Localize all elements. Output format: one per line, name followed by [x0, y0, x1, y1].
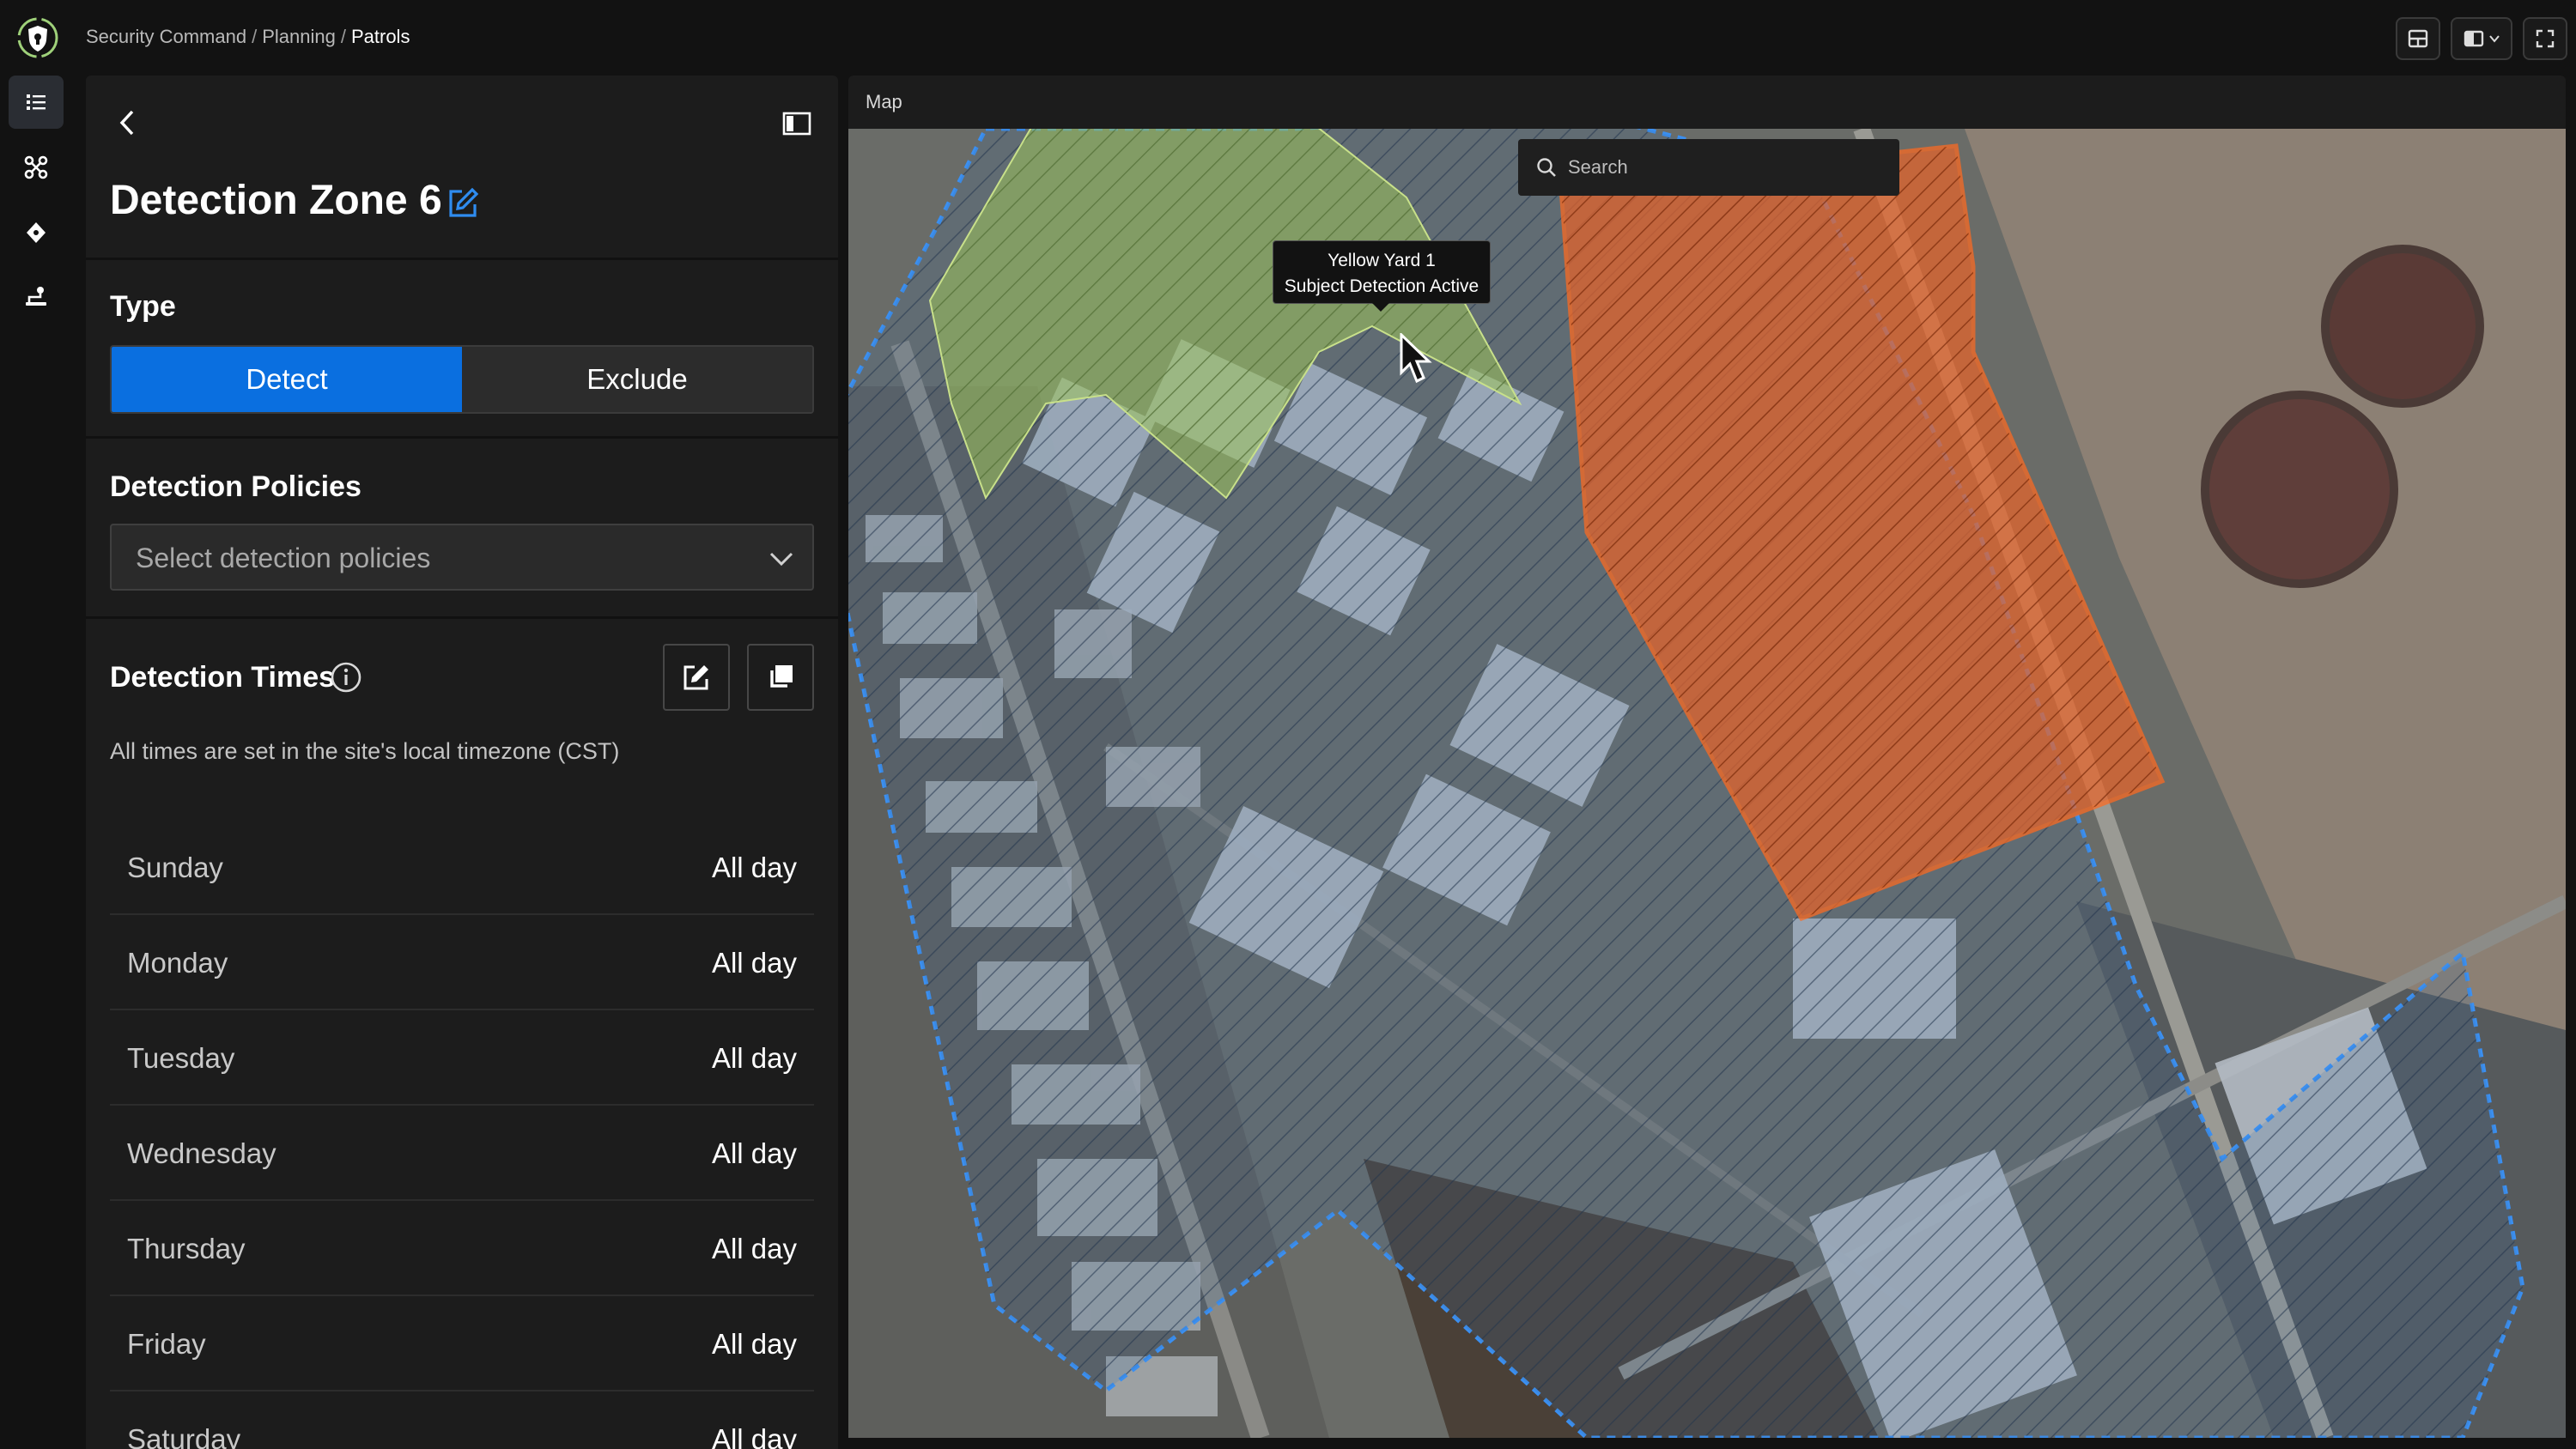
type-segmented-control: Detect Exclude: [110, 345, 814, 414]
collapse-panel-button[interactable]: [778, 105, 816, 142]
day-value: All day: [711, 852, 797, 883]
chevron-down-icon: [769, 552, 793, 567]
nav-item-routes[interactable]: [9, 270, 64, 323]
day-row-saturday[interactable]: Saturday All day: [110, 1392, 814, 1449]
tooltip-zone-name: Yellow Yard 1: [1327, 251, 1436, 270]
search-icon: [1537, 158, 1556, 177]
day-value: All day: [711, 1233, 797, 1264]
nav-item-list[interactable]: [9, 76, 64, 129]
drone-icon: [24, 155, 48, 179]
breadcrumb-separator: /: [252, 26, 258, 47]
detection-policies-select[interactable]: Select detection policies: [110, 524, 814, 591]
detection-policies-label: Detection Policies: [110, 470, 361, 503]
breadcrumb: Security Command / Planning / Patrols: [86, 26, 410, 48]
left-nav-rail: [0, 76, 76, 1449]
day-name: Monday: [127, 947, 228, 979]
day-value: All day: [711, 1423, 797, 1449]
day-value: All day: [711, 1328, 797, 1360]
waypoint-icon: [27, 222, 46, 243]
day-name: Thursday: [127, 1233, 246, 1264]
timezone-note: All times are set in the site's local ti…: [110, 738, 620, 764]
divider: [86, 616, 838, 619]
map-title: Map: [866, 91, 902, 112]
day-value: All day: [711, 1137, 797, 1169]
day-name: Sunday: [127, 852, 223, 883]
route-icon: [26, 287, 46, 306]
day-name: Tuesday: [127, 1042, 235, 1074]
shield-logo-icon[interactable]: [15, 15, 60, 60]
breadcrumb-separator: /: [340, 26, 346, 47]
edit-icon: [449, 187, 479, 217]
fullscreen-icon: [2536, 29, 2555, 48]
day-row-tuesday[interactable]: Tuesday All day: [110, 1011, 814, 1106]
day-row-sunday[interactable]: Sunday All day: [110, 821, 814, 915]
layout-icon: [2408, 29, 2428, 48]
day-value: All day: [711, 947, 797, 979]
type-option-exclude[interactable]: Exclude: [462, 347, 812, 412]
breadcrumb-item-patrols: Patrols: [350, 26, 410, 47]
sidebar-toggle-icon: [782, 112, 811, 136]
fullscreen-button[interactable]: [2523, 17, 2567, 60]
back-button[interactable]: [110, 101, 144, 144]
map-header: Map: [848, 76, 2566, 129]
layout-button[interactable]: [2396, 17, 2440, 60]
zone-details-panel: Detection Zone 6 Type Detect Exclude Det…: [86, 76, 838, 1449]
day-row-friday[interactable]: Friday All day: [110, 1297, 814, 1391]
breadcrumb-item-planning[interactable]: Planning: [262, 26, 336, 47]
top-bar: Security Command / Planning / Patrols: [0, 0, 2576, 76]
split-view-icon: [2464, 30, 2484, 47]
day-value: All day: [711, 1042, 797, 1074]
breadcrumb-item-security-command[interactable]: Security Command: [86, 26, 246, 47]
copy-icon: [770, 665, 793, 688]
divider: [86, 258, 838, 260]
page-title: Detection Zone 6: [110, 178, 442, 223]
day-name: Wednesday: [127, 1137, 276, 1169]
map-search-box[interactable]: [1518, 139, 1899, 196]
tooltip-status: Subject Detection Active: [1284, 276, 1479, 296]
search-input[interactable]: [1568, 151, 1886, 184]
copy-times-button[interactable]: [747, 644, 814, 711]
divider: [86, 436, 838, 439]
day-row-monday[interactable]: Monday All day: [110, 916, 814, 1010]
zone-tooltip: Yellow Yard 1 Subject Detection Active: [1273, 240, 1491, 304]
day-name: Saturday: [127, 1423, 241, 1449]
edit-title-button[interactable]: [445, 185, 481, 221]
chevron-left-icon: [119, 110, 134, 136]
tooltip-arrow: [1372, 303, 1389, 312]
chevron-down-icon: [2489, 35, 2500, 43]
day-row-wednesday[interactable]: Wednesday All day: [110, 1106, 814, 1201]
split-view-button[interactable]: [2451, 17, 2512, 60]
detection-policies-placeholder: Select detection policies: [136, 543, 431, 573]
info-icon[interactable]: [330, 661, 362, 694]
day-name: Friday: [127, 1328, 206, 1360]
day-row-thursday[interactable]: Thursday All day: [110, 1202, 814, 1296]
nav-item-waypoints[interactable]: [9, 206, 64, 259]
list-icon: [27, 94, 46, 110]
edit-times-button[interactable]: [663, 644, 730, 711]
map-canvas[interactable]: [848, 129, 2566, 1438]
detection-times-label: Detection Times: [110, 661, 336, 694]
satellite-map[interactable]: Yellow Yard 1 Subject Detection Active: [848, 129, 2566, 1438]
edit-icon: [683, 665, 708, 690]
nav-item-drones[interactable]: [9, 141, 64, 194]
mouse-cursor-icon: [1400, 333, 1432, 384]
type-option-detect[interactable]: Detect: [112, 347, 462, 412]
type-label: Type: [110, 290, 176, 323]
